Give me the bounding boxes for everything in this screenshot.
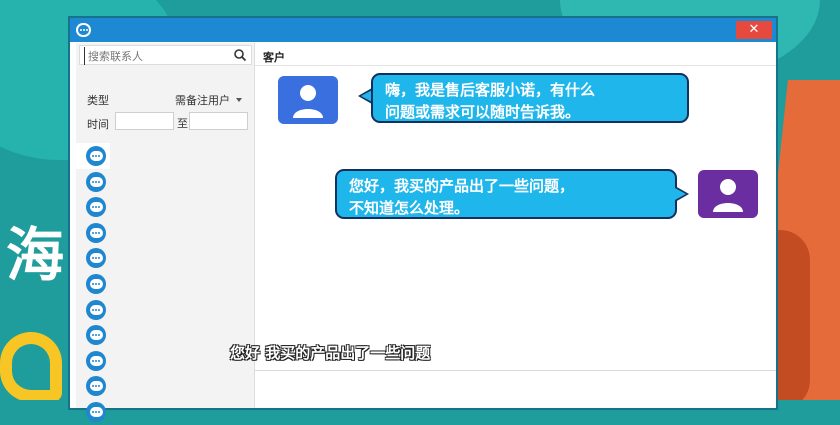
person-icon: [713, 179, 743, 212]
chat-header-title: 客户: [263, 51, 285, 64]
message-line: 问题或需求可以随时告诉我。: [385, 103, 581, 121]
background-big-text: 海: [6, 221, 67, 289]
chat-app-icon: [76, 23, 91, 37]
type-filter-dropdown[interactable]: 需备注用户: [175, 92, 242, 108]
contact-avatar-icon: [86, 299, 106, 320]
end-date-input[interactable]: [189, 112, 248, 130]
contact-list-item[interactable]: [76, 220, 254, 246]
contact-avatar-icon: [86, 350, 106, 371]
person-icon: [293, 85, 323, 118]
user-message-bubble: 您好，我买的产品出了一些问题， 不知道怎么处理。: [335, 169, 677, 219]
bubble-tail: [675, 188, 686, 200]
agent-message-bubble: 嗨，我是售后客服小诺，有什么 问题或需求可以随时告诉我。: [371, 73, 689, 123]
contact-list-item[interactable]: [76, 169, 254, 195]
search-icon[interactable]: [233, 48, 247, 62]
divider: [255, 370, 776, 371]
contact-list-item[interactable]: [76, 245, 254, 271]
contact-list-item[interactable]: [76, 373, 254, 399]
message-line: 您好，我买的产品出了一些问题，: [349, 177, 575, 195]
agent-avatar: [278, 76, 338, 124]
contact-list-item[interactable]: [76, 399, 254, 425]
contact-list-item[interactable]: [76, 143, 110, 169]
date-range-separator: 至: [177, 117, 188, 130]
close-button[interactable]: ✕: [736, 21, 772, 39]
contacts-sidebar: 类型 需备注用户 时间 至: [76, 43, 255, 422]
contact-list-item[interactable]: [76, 271, 254, 297]
title-bar: ✕: [70, 18, 776, 42]
time-filter-label: 时间: [87, 118, 109, 131]
contact-list-item[interactable]: [76, 348, 254, 374]
contact-avatar-icon: [86, 273, 106, 294]
contact-avatar-icon: [86, 146, 106, 166]
type-filter-value: 需备注用户: [175, 94, 230, 107]
search-box: [79, 45, 252, 65]
contact-list-item[interactable]: [76, 322, 254, 348]
contact-list-item[interactable]: [76, 297, 254, 323]
divider: [255, 65, 776, 66]
message-line: 不知道怎么处理。: [349, 199, 470, 217]
contact-avatar-icon: [86, 197, 106, 218]
contact-avatar-icon: [86, 248, 106, 269]
chevron-down-icon: [236, 98, 242, 102]
question-mark-graphic: [0, 332, 62, 400]
contact-avatar-icon: [86, 401, 106, 422]
message-line: 嗨，我是售后客服小诺，有什么: [385, 81, 596, 99]
contact-avatar-icon: [86, 325, 106, 346]
user-avatar: [698, 170, 758, 218]
contact-avatar-icon: [86, 171, 106, 192]
search-input[interactable]: [84, 47, 230, 65]
type-filter-label: 类型: [87, 94, 109, 107]
contact-list: [76, 143, 254, 425]
contact-avatar-icon: [86, 376, 106, 397]
video-subtitle: 您好 我买的产品出了一些问题: [230, 344, 431, 362]
start-date-input[interactable]: [115, 112, 174, 130]
contact-avatar-icon: [86, 222, 106, 243]
contact-list-item[interactable]: [76, 194, 254, 220]
